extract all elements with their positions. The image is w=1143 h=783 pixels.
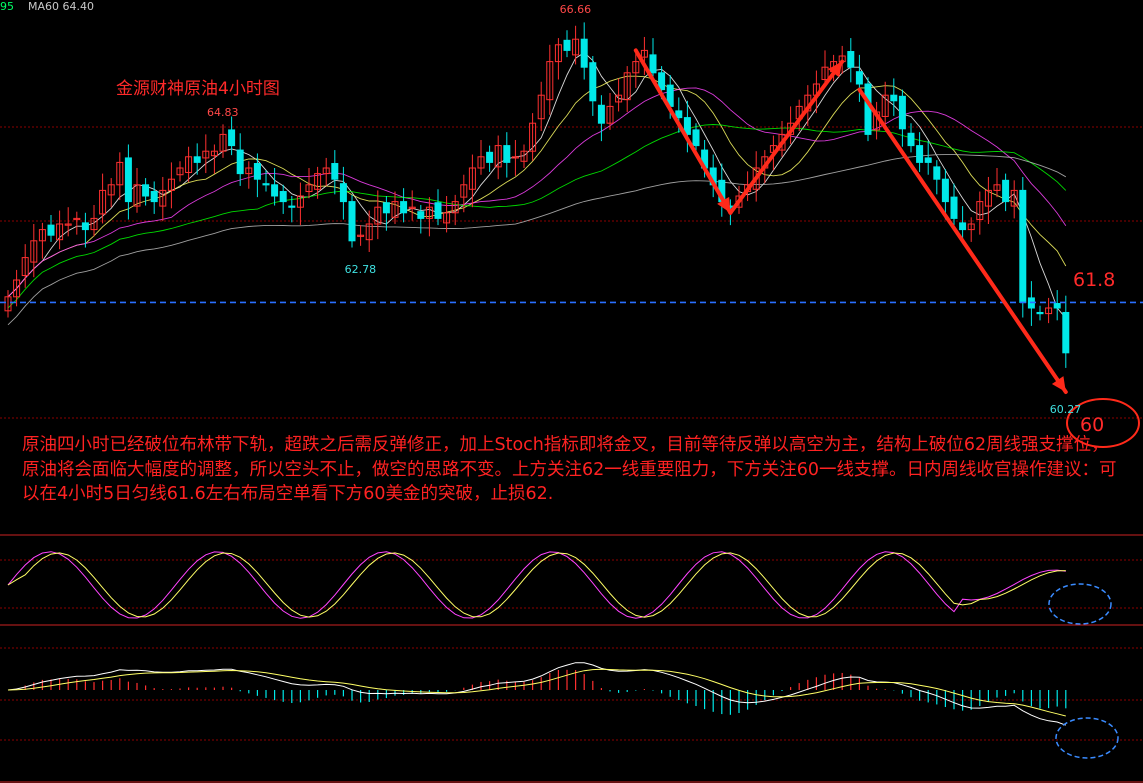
header-value: 95: [0, 0, 14, 13]
candle-down: [959, 222, 967, 231]
macd-dea-line: [7, 668, 1066, 717]
candle-down: [597, 104, 605, 124]
candle-down: [288, 205, 296, 208]
candle-down: [348, 201, 356, 242]
candle-down: [924, 157, 932, 163]
candle-down: [675, 110, 683, 119]
price-label: 60.27: [1049, 403, 1082, 417]
candle-down: [950, 196, 958, 219]
candle-down: [253, 163, 261, 180]
candle-down: [864, 83, 872, 135]
candle-down: [279, 191, 287, 203]
trend-arrow: [633, 48, 733, 215]
candle-down: [142, 184, 150, 197]
candle-down: [589, 62, 597, 102]
stoch-highlight-circle: [1048, 583, 1112, 625]
candle-down: [262, 183, 270, 186]
candle-down: [563, 39, 571, 51]
candle-down: [649, 54, 657, 74]
commentary-text: 原油四小时已经破位布林带下轨，超跌之后需反弹修正，加上Stoch指标即将金叉，目…: [22, 435, 1117, 504]
candle-down: [271, 184, 279, 197]
oil-4h-chart: [0, 22, 1143, 783]
candle-down: [692, 129, 700, 147]
candle-down: [580, 38, 588, 68]
candle-down: [339, 183, 347, 203]
candle-down: [400, 201, 408, 214]
trend-arrow: [728, 59, 845, 215]
price-label: 66.66: [559, 3, 592, 17]
candle-down: [1062, 311, 1070, 354]
candle-down: [855, 71, 863, 85]
chart-header: 95 MA60 64.40: [0, 0, 94, 14]
candle-down: [382, 202, 390, 214]
candle-down: [503, 145, 511, 163]
ma-label: MA60: [28, 0, 60, 13]
candle-down: [1002, 179, 1010, 203]
ma30-line: [7, 124, 1067, 309]
candle-down: [486, 151, 494, 163]
ma10-line: [7, 75, 1067, 298]
candle-down: [890, 94, 898, 102]
candle-down: [658, 72, 666, 91]
macd-panel: [7, 662, 1119, 759]
candle-down: [434, 202, 442, 219]
candle-down: [150, 191, 158, 203]
macd-dif-line: [7, 662, 1066, 726]
ma-value: 64.40: [62, 0, 95, 13]
candle-down: [916, 145, 924, 163]
candle-down: [331, 163, 339, 180]
resistance-label: 61.8: [1073, 269, 1116, 291]
ma20-line: [7, 87, 1067, 298]
candle-down: [124, 157, 132, 203]
candle-down: [847, 51, 855, 68]
candle-down: [898, 95, 906, 130]
price-label: 64.83: [207, 105, 239, 119]
candle-down: [907, 132, 915, 147]
price-label: 62.78: [344, 262, 377, 276]
candle-down: [193, 156, 201, 163]
candle-down: [417, 211, 425, 219]
candle-down: [941, 178, 949, 203]
candle-down: [228, 129, 236, 147]
candle-down: [236, 149, 244, 175]
candle-down: [81, 222, 89, 231]
candle-down: [1053, 303, 1061, 309]
chart-title: 金源财神原油4小时图: [116, 79, 280, 99]
stoch-panel: [7, 551, 1112, 625]
candle-down: [1019, 189, 1027, 303]
trend-arrow: [857, 87, 1068, 394]
candle-down: [47, 224, 55, 236]
ma60-line: [7, 154, 1067, 326]
macd-highlight-circle: [1055, 717, 1119, 759]
candle-down: [933, 166, 941, 180]
candle-down: [1036, 311, 1044, 315]
